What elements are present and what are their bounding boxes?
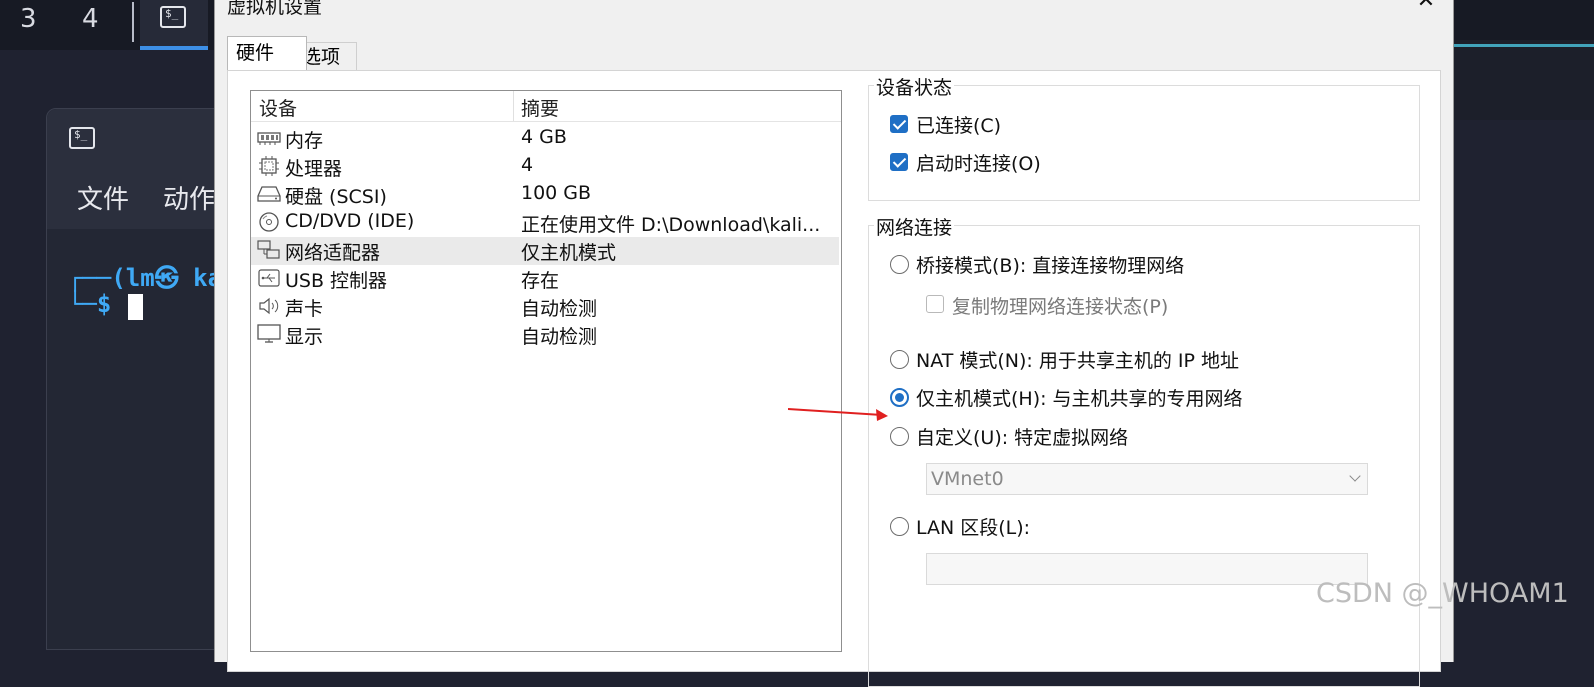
device-summary: 自动检测 (521, 298, 598, 320)
device-summary: 4 (521, 154, 534, 176)
network-connection-title: 网络连接 (874, 213, 955, 240)
chevron-down-icon (1349, 470, 1361, 482)
connect-at-power-on-label[interactable]: 启动时连接(O) (916, 149, 1041, 176)
workspace-4[interactable]: 4 (82, 4, 99, 34)
device-status-group (868, 85, 1420, 201)
terminal-prompt-line-1: ┌──(lm㉿ ka (68, 264, 223, 292)
bridged-label[interactable]: 桥接模式(B): 直接连接物理网络 (916, 251, 1184, 278)
device-row-memory[interactable]: 内存 4 GB (251, 125, 839, 153)
device-summary: 100 GB (521, 182, 592, 204)
close-button[interactable]: ✕ (1411, 0, 1441, 16)
device-row-sound-card[interactable]: 声卡 自动检测 (251, 293, 839, 321)
device-name: USB 控制器 (285, 270, 388, 292)
hard-disk-icon (257, 186, 281, 202)
column-divider[interactable] (513, 91, 514, 121)
menu-file[interactable]: 文件 (77, 179, 129, 216)
device-list[interactable]: 设备 摘要 内存 4 GB 处理器 4 硬盘 (SCSI) 100 GB CD/… (250, 90, 842, 652)
connect-at-power-on-checkbox[interactable] (890, 153, 908, 171)
lan-segment-label[interactable]: LAN 区段(L): (916, 513, 1030, 540)
column-header-summary[interactable]: 摘要 (521, 94, 559, 121)
tab-strip: 选项 硬件 (215, 36, 1453, 70)
device-name: 声卡 (285, 298, 324, 320)
terminal-icon: $_ (160, 6, 186, 28)
replicate-state-checkbox[interactable] (926, 295, 944, 313)
device-row-network-adapter[interactable]: 网络适配器 仅主机模式 (251, 237, 839, 265)
nat-label[interactable]: NAT 模式(N): 用于共享主机的 IP 地址 (916, 346, 1239, 373)
device-name: 处理器 (285, 158, 343, 180)
custom-network-select[interactable]: VMnet0 (926, 463, 1368, 495)
terminal-cursor (128, 294, 143, 320)
display-icon (257, 324, 281, 343)
vm-settings-dialog: 虚拟机设置 ✕ 选项 硬件 设备 摘要 内存 4 GB 处理器 4 硬盘 (SC… (214, 0, 1454, 687)
device-row-hard-disk[interactable]: 硬盘 (SCSI) 100 GB (251, 181, 839, 209)
taskbar-separator (132, 2, 134, 42)
device-summary: 仅主机模式 (521, 242, 617, 264)
device-list-header: 设备 摘要 (251, 91, 841, 122)
custom-label[interactable]: 自定义(U): 特定虚拟网络 (916, 423, 1128, 450)
processor-icon (259, 156, 279, 176)
lan-segment-radio[interactable] (890, 517, 909, 536)
host-only-label[interactable]: 仅主机模式(H): 与主机共享的专用网络 (916, 384, 1243, 411)
background-window-right (1452, 40, 1594, 120)
device-row-display[interactable]: 显示 自动检测 (251, 321, 839, 349)
dialog-title: 虚拟机设置 (227, 0, 323, 18)
nat-radio[interactable] (890, 350, 909, 369)
device-name: 内存 (285, 130, 324, 152)
replicate-state-label[interactable]: 复制物理网络连接状态(P) (952, 292, 1168, 319)
terminal-icon: $_ (69, 127, 95, 149)
hardware-panel: 设备 摘要 内存 4 GB 处理器 4 硬盘 (SCSI) 100 GB CD/… (227, 70, 1441, 687)
device-row-usb-controller[interactable]: USB 控制器 存在 (251, 265, 839, 293)
custom-network-value: VMnet0 (931, 468, 1004, 490)
device-summary: 4 GB (521, 126, 567, 148)
device-row-cd-dvd[interactable]: CD/DVD (IDE) 正在使用文件 D:\Download\kali... (251, 209, 839, 237)
device-status-title: 设备状态 (874, 73, 955, 100)
background-window-accent (1452, 44, 1594, 47)
tab-hardware[interactable]: 硬件 (227, 36, 307, 70)
menu-action[interactable]: 动作 (163, 179, 215, 216)
watermark: CSDN @_WHOAM1 (1316, 578, 1569, 609)
device-summary: 存在 (521, 270, 560, 292)
connected-label[interactable]: 已连接(C) (916, 111, 1001, 138)
taskbar-terminal[interactable]: $_ (140, 0, 208, 50)
cd-dvd-icon (259, 212, 279, 232)
device-summary: 正在使用文件 D:\Download\kali... (521, 214, 821, 236)
column-header-device[interactable]: 设备 (259, 94, 297, 121)
connected-checkbox[interactable] (890, 115, 908, 133)
lan-segment-select[interactable] (926, 553, 1368, 585)
annotation-arrow-icon (788, 408, 888, 421)
workspace-3[interactable]: 3 (20, 4, 37, 34)
device-name: CD/DVD (IDE) (285, 210, 415, 232)
sound-card-icon (259, 297, 279, 315)
custom-radio[interactable] (890, 427, 909, 446)
usb-icon (258, 269, 280, 287)
terminal-prompt-line-2: └─$ (68, 290, 112, 318)
device-summary: 自动检测 (521, 326, 598, 348)
device-name: 显示 (285, 326, 324, 348)
memory-icon (257, 132, 281, 145)
device-name: 网络适配器 (285, 242, 381, 264)
device-row-processor[interactable]: 处理器 4 (251, 153, 839, 181)
device-name: 硬盘 (SCSI) (285, 186, 387, 208)
bridged-radio[interactable] (890, 255, 909, 274)
network-adapter-icon (257, 240, 280, 259)
